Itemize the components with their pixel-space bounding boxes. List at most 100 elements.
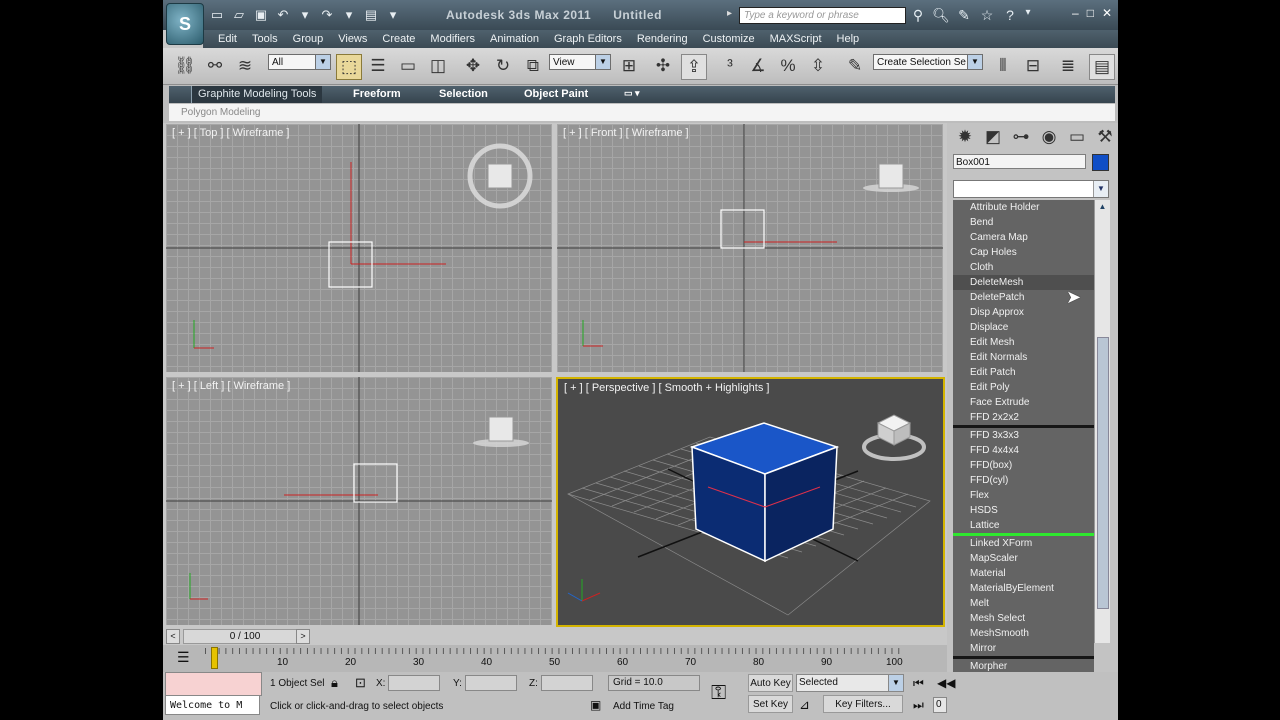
time-slider-track[interactable]: 0 / 100 xyxy=(183,629,307,644)
menu-customize[interactable]: Customize xyxy=(703,33,755,45)
key-filters-button[interactable]: Key Filters... xyxy=(823,695,903,713)
track-bar[interactable]: ☰ 10 20 30 40 50 60 70 80 90 100 xyxy=(163,645,947,672)
search-input[interactable]: Type a keyword or phrase xyxy=(739,7,906,24)
tab-object-paint[interactable]: Object Paint xyxy=(524,88,588,100)
maxscript-listener-output[interactable]: Welcome to M xyxy=(165,695,260,715)
layer-manager-icon[interactable]: ≣ xyxy=(1056,54,1080,78)
search-icon[interactable]: 🔍︎ xyxy=(932,7,950,24)
viewport-left[interactable]: [ + ] [ Left ] [ Wireframe ] xyxy=(166,377,552,625)
binoculars-icon[interactable]: ⚲ xyxy=(909,7,927,24)
menu-graph-editors[interactable]: Graph Editors xyxy=(554,33,622,45)
snaps-toggle-icon[interactable]: ³ xyxy=(718,54,742,78)
modifier-list-item[interactable]: Edit Normals xyxy=(953,350,1094,365)
modifier-list-item[interactable]: Camera Map xyxy=(953,230,1094,245)
viewport-front[interactable]: [ + ] [ Front ] [ Wireframe ] xyxy=(557,124,943,372)
mirror-icon[interactable]: ⫴ xyxy=(991,54,1015,78)
modifier-list-item[interactable]: Attribute Holder xyxy=(953,200,1094,215)
edit-named-selection-icon[interactable]: ✎ xyxy=(843,54,867,78)
pivot-center-icon[interactable]: ⊞ xyxy=(617,54,641,78)
modifier-list-item[interactable]: FFD(cyl) xyxy=(953,473,1094,488)
modifier-list-item[interactable]: Edit Poly xyxy=(953,380,1094,395)
y-coordinate-field[interactable] xyxy=(465,675,517,691)
viewport-label[interactable]: [ + ] [ Front ] [ Wireframe ] xyxy=(563,127,689,139)
modifier-list-scrollbar[interactable]: ▲ xyxy=(1094,200,1110,643)
previous-key-icon[interactable]: ◀◀ xyxy=(937,676,955,690)
modifier-list-item[interactable]: Lattice xyxy=(953,518,1094,533)
set-key-filter-icon[interactable]: ⊿ xyxy=(799,697,810,713)
modifier-list-item[interactable]: Material xyxy=(953,566,1094,581)
previous-frame-arrow-icon[interactable]: < xyxy=(166,629,180,644)
select-manipulate-icon[interactable]: ✣ xyxy=(651,54,675,78)
viewport-top[interactable]: [ + ] [ Top ] [ Wireframe ] xyxy=(166,124,552,372)
percent-snap-icon[interactable]: % xyxy=(776,54,800,78)
align-icon[interactable]: ⊟ xyxy=(1021,54,1045,78)
menu-animation[interactable]: Animation xyxy=(490,33,539,45)
modifier-list-item[interactable]: FFD 2x2x2 xyxy=(953,410,1094,425)
modifier-list-item[interactable]: Displace xyxy=(953,320,1094,335)
selection-filter-dropdown[interactable]: All ▼ xyxy=(268,54,331,70)
viewport-label[interactable]: [ + ] [ Top ] [ Wireframe ] xyxy=(172,127,289,139)
modifier-list-item[interactable]: HSDS xyxy=(953,503,1094,518)
reference-coordinate-dropdown[interactable]: View ▼ xyxy=(549,54,611,70)
menu-help[interactable]: Help xyxy=(837,33,860,45)
object-color-swatch[interactable] xyxy=(1092,154,1109,171)
project-folder-icon[interactable]: ▤ xyxy=(363,7,379,23)
modifier-list-item[interactable]: MeshSmooth xyxy=(953,626,1094,641)
modifier-list-item[interactable]: Flex xyxy=(953,488,1094,503)
menu-rendering[interactable]: Rendering xyxy=(637,33,688,45)
set-key-mode-key-icon[interactable]: ⚿ xyxy=(711,682,726,705)
spinner-snap-icon[interactable]: ⇳ xyxy=(806,54,830,78)
modifier-list-item[interactable]: Cloth xyxy=(953,260,1094,275)
modifier-list-item[interactable]: Mirror xyxy=(953,641,1094,656)
z-coordinate-field[interactable] xyxy=(541,675,593,691)
select-object-icon[interactable]: ⬚ xyxy=(336,54,362,80)
modifier-list-item[interactable]: Linked XForm xyxy=(953,536,1094,551)
redo-icon[interactable]: ↷ xyxy=(319,7,335,23)
time-slider-thumb[interactable] xyxy=(211,647,218,669)
dropdown-arrow-icon[interactable]: ▾ xyxy=(341,7,357,23)
favorites-star-icon[interactable]: ☆ xyxy=(978,7,996,24)
motion-tab-icon[interactable]: ◉ xyxy=(1037,123,1061,151)
select-and-move-icon[interactable]: ✥ xyxy=(461,54,485,78)
window-crossing-icon[interactable]: ◫ xyxy=(426,54,450,78)
menu-group[interactable]: Group xyxy=(293,33,324,45)
modifier-list-item[interactable]: MaterialByElement xyxy=(953,581,1094,596)
maximize-button[interactable]: □ xyxy=(1087,6,1094,20)
x-coordinate-field[interactable] xyxy=(388,675,440,691)
modifier-list-item[interactable]: Bend xyxy=(953,215,1094,230)
rectangular-selection-icon[interactable]: ▭ xyxy=(396,54,420,78)
add-time-tag-button[interactable]: Add Time Tag xyxy=(613,701,674,712)
help-icon[interactable]: ? xyxy=(1001,7,1019,24)
keyboard-shortcut-override-icon[interactable]: ⇪ xyxy=(681,54,707,80)
select-and-rotate-icon[interactable]: ↻ xyxy=(491,54,515,78)
modifier-list-item[interactable]: FFD 4x4x4 xyxy=(953,443,1094,458)
menu-create[interactable]: Create xyxy=(382,33,415,45)
modifier-list-dropdown[interactable]: ▼ xyxy=(953,180,1109,198)
menu-views[interactable]: Views xyxy=(338,33,367,45)
graphite-toggle-icon[interactable]: ▤ xyxy=(1089,54,1115,80)
dropdown-arrow-icon[interactable]: ▾ xyxy=(385,7,401,23)
modifier-list-item[interactable]: Face Extrude xyxy=(953,395,1094,410)
menu-maxscript[interactable]: MAXScript xyxy=(770,33,822,45)
display-tab-icon[interactable]: ▭ xyxy=(1065,123,1089,151)
modify-tab-icon[interactable]: ◩ xyxy=(981,123,1005,151)
save-icon[interactable]: ▣ xyxy=(253,7,269,23)
bind-to-space-warp-icon[interactable]: ≋ xyxy=(233,54,257,78)
ribbon-options-icon[interactable]: ▭ ▾ xyxy=(624,88,640,99)
application-button-icon[interactable]: S xyxy=(166,3,204,45)
viewport-label[interactable]: [ + ] [ Left ] [ Wireframe ] xyxy=(172,380,290,392)
modifier-list-item[interactable]: MapScaler xyxy=(953,551,1094,566)
unlink-selection-icon[interactable]: ⚯ xyxy=(203,54,227,78)
dropdown-arrow-icon[interactable]: ▾ xyxy=(1024,7,1032,24)
minimize-button[interactable]: – xyxy=(1072,6,1079,20)
menu-tools[interactable]: Tools xyxy=(252,33,278,45)
select-and-link-icon[interactable]: ⛓ xyxy=(173,54,197,78)
named-selection-sets-dropdown[interactable]: Create Selection Se ▼ xyxy=(873,54,983,70)
tab-graphite-modeling-tools[interactable]: Graphite Modeling Tools xyxy=(191,86,323,103)
modifier-list-item[interactable]: FFD 3x3x3 xyxy=(953,428,1094,443)
menu-edit[interactable]: Edit xyxy=(218,33,237,45)
go-to-start-icon[interactable]: ⏮ xyxy=(913,676,924,691)
tab-freeform[interactable]: Freeform xyxy=(353,88,401,100)
next-frame-arrow-icon[interactable]: > xyxy=(296,629,310,644)
open-file-icon[interactable]: ▱ xyxy=(231,7,247,23)
